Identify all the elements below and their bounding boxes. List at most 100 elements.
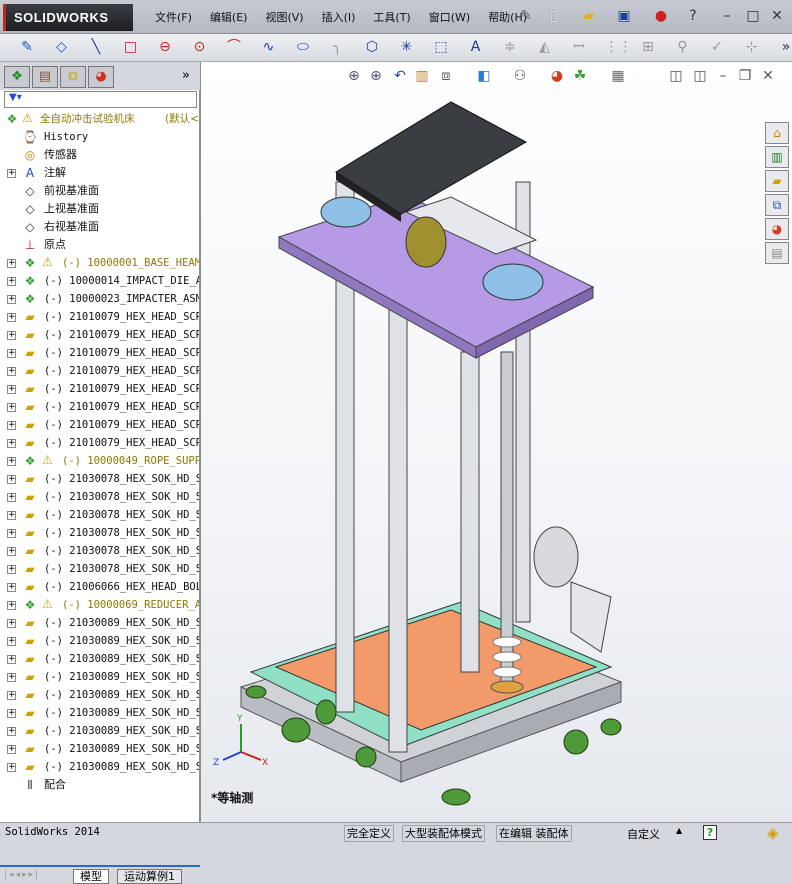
- expand-toggle[interactable]: +: [7, 511, 16, 520]
- tree-item[interactable]: + ▰ (-) 21030078_HEX_SOK_HD_SC: [0, 560, 199, 578]
- more-icon[interactable]: »: [777, 39, 792, 57]
- expand-toggle[interactable]: +: [7, 763, 16, 772]
- tag-icon[interactable]: ◈: [767, 824, 779, 842]
- expand-toggle[interactable]: +: [7, 421, 16, 430]
- tree-item[interactable]: ⌚ History: [0, 128, 199, 146]
- tree-item[interactable]: + ▰ (-) 21030089_HEX_SOK_HD_SC: [0, 650, 199, 668]
- circle-icon[interactable]: ⊙: [191, 39, 209, 57]
- custom-properties-icon[interactable]: ▤: [765, 242, 789, 264]
- polygon-icon[interactable]: ⬡: [363, 39, 381, 57]
- save-icon[interactable]: ▣: [615, 8, 633, 26]
- tree-root[interactable]: ❖ ⚠ 全自动冲击试验机床 (默认<: [0, 110, 199, 128]
- arc-icon[interactable]: ⌒: [225, 39, 243, 57]
- expand-toggle[interactable]: +: [7, 673, 16, 682]
- rectangle-icon[interactable]: □: [122, 39, 140, 57]
- expand-toggle[interactable]: +: [7, 457, 16, 466]
- expand-toggle[interactable]: +: [7, 403, 16, 412]
- quick-snaps-icon[interactable]: ✓: [708, 39, 726, 57]
- sketch-icon[interactable]: ✎: [18, 39, 36, 57]
- units-up-arrow-icon[interactable]: ▲: [676, 826, 682, 835]
- tree-item[interactable]: + ▰ (-) 21010079_HEX_HEAD_SCRE: [0, 308, 199, 326]
- tree-item[interactable]: + A 注解: [0, 164, 199, 182]
- menu-item[interactable]: 文件(F): [146, 9, 201, 25]
- filter-input[interactable]: ▼▾: [4, 91, 197, 108]
- expand-toggle[interactable]: +: [7, 277, 16, 286]
- expand-toggle[interactable]: +: [7, 475, 16, 484]
- new-document-icon[interactable]: ▯: [545, 8, 563, 26]
- expand-toggle[interactable]: +: [7, 547, 16, 556]
- display-manager-tab[interactable]: ◕: [88, 66, 114, 88]
- tab-model[interactable]: 模型: [73, 869, 109, 884]
- tree-item[interactable]: + ▰ (-) 21030078_HEX_SOK_HD_SC: [0, 506, 199, 524]
- expand-toggle[interactable]: +: [7, 601, 16, 610]
- tree-item[interactable]: + ▰ (-) 21030078_HEX_SOK_HD_SC: [0, 488, 199, 506]
- fillet-icon[interactable]: ╮: [329, 39, 347, 57]
- help-tooltip-icon[interactable]: ?: [703, 825, 717, 840]
- tree-item[interactable]: + ▰ (-) 21030089_HEX_SOK_HD_SC: [0, 614, 199, 632]
- smart-dimension-icon[interactable]: ◇: [53, 39, 71, 57]
- tree-item[interactable]: ⫴ 配合: [0, 776, 199, 794]
- tab-motion-study-1[interactable]: 运动算例1: [117, 869, 182, 884]
- tree-item[interactable]: + ▰ (-) 21010079_HEX_HEAD_SCRE: [0, 380, 199, 398]
- spline-icon[interactable]: ∿: [260, 39, 278, 57]
- expand-toggle[interactable]: +: [7, 709, 16, 718]
- tree-item[interactable]: ◇ 前视基准面: [0, 182, 199, 200]
- expand-toggle[interactable]: +: [7, 349, 16, 358]
- expand-toggle[interactable]: +: [7, 169, 16, 178]
- tree-item[interactable]: + ▰ (-) 21010079_HEX_HEAD_SCRE: [0, 416, 199, 434]
- convert-entities-icon[interactable]: ⬚: [432, 39, 450, 57]
- help-icon[interactable]: ?: [684, 8, 702, 26]
- tree-item[interactable]: + ▰ (-) 21030089_HEX_SOK_HD_SC: [0, 686, 199, 704]
- file-explorer-icon[interactable]: ▰: [765, 170, 789, 192]
- expand-toggle[interactable]: +: [7, 385, 16, 394]
- graphics-area[interactable]: ⊕ ⊕ ↶ ▥ ⧈ ◧ ⚇ ◕ ☘ ▦ ◫ ◫ – ❐ ✕ Y X Z *等轴测: [201, 62, 792, 822]
- offset-icon[interactable]: ꟷ: [570, 39, 588, 57]
- expand-toggle[interactable]: +: [7, 619, 16, 628]
- expand-toggle[interactable]: +: [7, 727, 16, 736]
- expand-toggle[interactable]: +: [7, 367, 16, 376]
- tree-item[interactable]: + ▰ (-) 21030089_HEX_SOK_HD_SC: [0, 758, 199, 776]
- expand-toggle[interactable]: +: [7, 691, 16, 700]
- expand-toggle[interactable]: +: [7, 583, 16, 592]
- solidworks-logo[interactable]: SOLIDWORKS: [3, 4, 133, 31]
- units-selector[interactable]: 自定义: [627, 826, 660, 842]
- expand-toggle[interactable]: +: [7, 313, 16, 322]
- tree-item[interactable]: ◎ 传感器: [0, 146, 199, 164]
- rapid-sketch-icon[interactable]: ⊹: [743, 39, 761, 57]
- restore-icon[interactable]: □: [744, 8, 762, 26]
- tree-item[interactable]: + ▰ (-) 21030089_HEX_SOK_HD_SC: [0, 740, 199, 758]
- tree-item[interactable]: ◇ 右视基准面: [0, 218, 199, 236]
- tree-item[interactable]: + ❖ ⚠ (-) 10000001_BASE_HEAM_: [0, 254, 199, 272]
- menu-item[interactable]: 视图(V): [256, 9, 312, 25]
- design-library-icon[interactable]: ▥: [765, 146, 789, 168]
- menu-item[interactable]: 窗口(W): [420, 9, 479, 25]
- tree-item[interactable]: + ❖ ⚠ (-) 10000069_REDUCER_AS: [0, 596, 199, 614]
- tree-item[interactable]: + ▰ (-) 21010079_HEX_HEAD_SCRE: [0, 398, 199, 416]
- menu-item[interactable]: 编辑(E): [201, 9, 257, 25]
- expand-toggle[interactable]: +: [7, 331, 16, 340]
- appearances-icon[interactable]: ◕: [765, 218, 789, 240]
- menu-item[interactable]: 插入(I): [313, 9, 365, 25]
- ellipse-icon[interactable]: ⬭: [294, 39, 312, 57]
- tree-item[interactable]: + ▰ (-) 21010079_HEX_HEAD_SCRE: [0, 344, 199, 362]
- pin-icon[interactable]: ✎: [517, 8, 535, 26]
- repair-sketch-icon[interactable]: ⚲: [674, 39, 692, 57]
- expand-toggle[interactable]: +: [7, 439, 16, 448]
- expand-toggle[interactable]: +: [7, 745, 16, 754]
- expand-toggle[interactable]: +: [7, 637, 16, 646]
- more-tabs-button[interactable]: »: [182, 68, 190, 83]
- tree-item[interactable]: + ❖ (-) 10000014_IMPACT_DIE_AS: [0, 272, 199, 290]
- slot-icon[interactable]: ⊖: [156, 39, 174, 57]
- tree-item[interactable]: ⊥ 原点: [0, 236, 199, 254]
- tree-item[interactable]: + ▰ (-) 21030089_HEX_SOK_HD_SC: [0, 632, 199, 650]
- rebuild-icon[interactable]: ●: [652, 8, 670, 26]
- expand-toggle[interactable]: +: [7, 655, 16, 664]
- tree-item[interactable]: + ▰ (-) 21010079_HEX_HEAD_SCRE: [0, 434, 199, 452]
- move-entities-icon[interactable]: ⊞: [639, 39, 657, 57]
- close-icon[interactable]: ✕: [768, 8, 786, 26]
- expand-toggle[interactable]: +: [7, 259, 16, 268]
- line-icon[interactable]: ╲: [87, 39, 105, 57]
- configuration-manager-tab[interactable]: ⧉: [60, 66, 86, 88]
- minimize-icon[interactable]: –: [718, 8, 736, 26]
- mirror-icon[interactable]: ≑: [501, 39, 519, 57]
